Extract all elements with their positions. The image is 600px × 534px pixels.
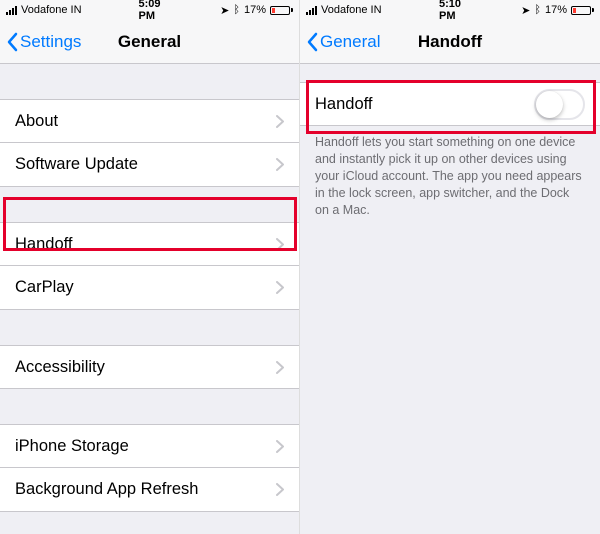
status-bar: Vodafone IN 5:10 PM ➤ ᛒ 17% [300, 0, 600, 20]
back-label: General [320, 32, 380, 52]
row-label: Handoff [15, 235, 73, 254]
handoff-toggle[interactable] [534, 89, 585, 120]
row-software-update[interactable]: Software Update [0, 143, 299, 187]
row-accessibility[interactable]: Accessibility [0, 345, 299, 389]
row-carplay[interactable]: CarPlay [0, 266, 299, 310]
status-bar: Vodafone IN 5:09 PM ➤ ᛒ 17% [0, 0, 299, 20]
chevron-right-icon [276, 281, 284, 294]
row-label: CarPlay [15, 278, 74, 297]
row-about[interactable]: About [0, 99, 299, 143]
battery-percent: 17% [244, 4, 266, 16]
bluetooth-icon: ᛒ [534, 4, 541, 16]
chevron-right-icon [276, 115, 284, 128]
signal-icon [306, 6, 317, 15]
screen-handoff: Vodafone IN 5:10 PM ➤ ᛒ 17% General Hand… [300, 0, 600, 534]
carrier-label: Vodafone IN [21, 4, 82, 16]
row-label: Accessibility [15, 358, 105, 377]
row-iphone-storage[interactable]: iPhone Storage [0, 424, 299, 468]
chevron-left-icon [6, 32, 18, 52]
row-label: Handoff [315, 95, 373, 114]
handoff-panel: Handoff Handoff lets you start something… [300, 64, 600, 534]
chevron-right-icon [276, 440, 284, 453]
battery-percent: 17% [545, 4, 567, 16]
battery-icon [571, 6, 594, 15]
battery-icon [270, 6, 293, 15]
clock: 5:09 PM [138, 0, 160, 22]
nav-bar: Settings General [0, 20, 299, 64]
row-label: About [15, 112, 58, 131]
row-label: Software Update [15, 155, 138, 174]
carrier-label: Vodafone IN [321, 4, 382, 16]
row-label: Background App Refresh [15, 480, 198, 499]
row-handoff[interactable]: Handoff [0, 222, 299, 266]
signal-icon [6, 6, 17, 15]
bluetooth-icon: ᛒ [233, 4, 240, 16]
chevron-right-icon [276, 158, 284, 171]
screen-general: Vodafone IN 5:09 PM ➤ ᛒ 17% Settings Gen… [0, 0, 300, 534]
back-button[interactable]: General [306, 32, 380, 52]
chevron-left-icon [306, 32, 318, 52]
location-icon: ➤ [521, 4, 530, 17]
back-label: Settings [20, 32, 81, 52]
row-background-app-refresh[interactable]: Background App Refresh [0, 468, 299, 512]
handoff-description: Handoff lets you start something on one … [300, 126, 600, 218]
settings-list: About Software Update Handoff CarPlay Ac… [0, 64, 299, 534]
nav-bar: General Handoff [300, 20, 600, 64]
row-handoff-toggle[interactable]: Handoff [300, 82, 600, 126]
row-label: iPhone Storage [15, 437, 129, 456]
chevron-right-icon [276, 361, 284, 374]
location-icon: ➤ [220, 4, 229, 17]
clock: 5:10 PM [439, 0, 461, 22]
chevron-right-icon [276, 238, 284, 251]
chevron-right-icon [276, 483, 284, 496]
back-button[interactable]: Settings [6, 32, 81, 52]
